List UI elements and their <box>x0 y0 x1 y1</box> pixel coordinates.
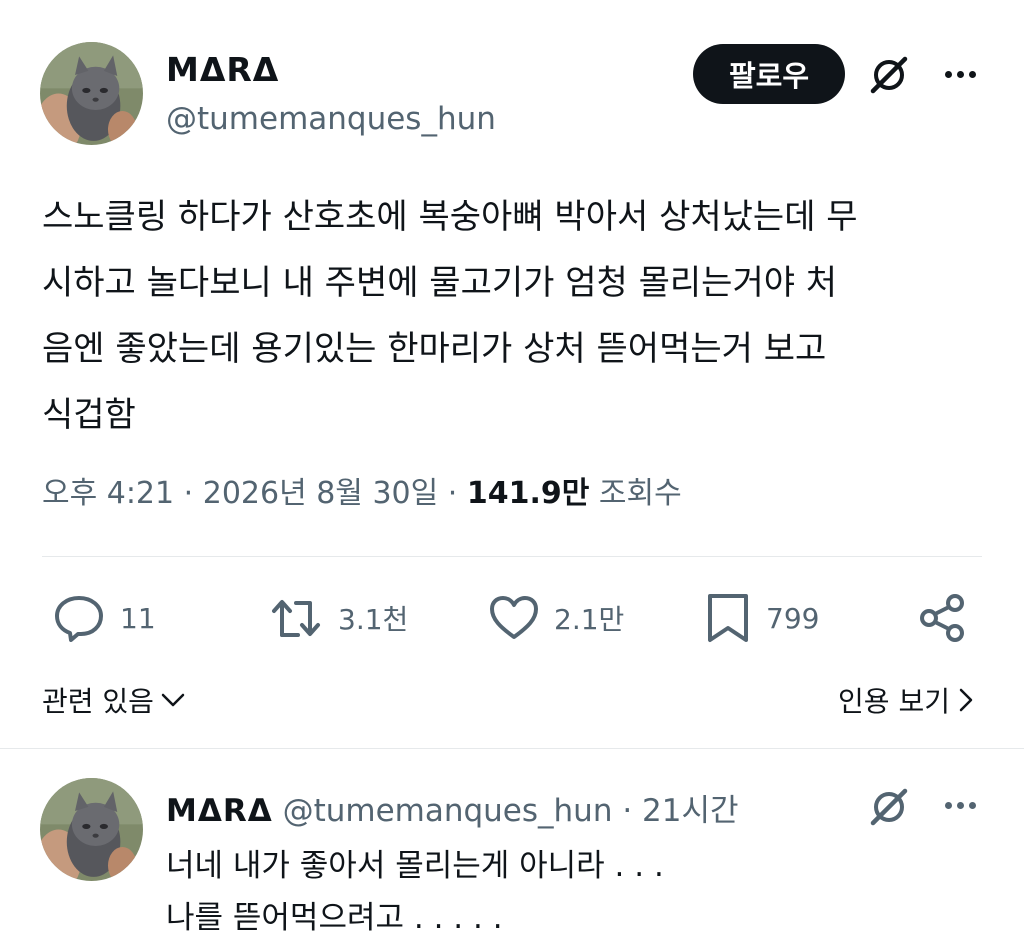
post-text-line: 음엔 좋았는데 용기있는 한마리가 상처 뜯어먹는거 보고 <box>42 329 827 369</box>
reply-text: 너네 내가 좋아서 몰리는게 아니라 . . . 나를 뜯어먹으려고 . . .… <box>166 840 664 944</box>
chevron-right-icon <box>959 688 973 712</box>
post-text: 스노클링 하다가 산호초에 복숭아뼈 박아서 상처났는데 무 시하고 놀다보니 … <box>42 184 972 448</box>
divider <box>42 556 982 557</box>
reply-count: 11 <box>120 601 156 635</box>
repost-count: 3.1천 <box>338 603 409 636</box>
views-label: 조회수 <box>598 476 682 511</box>
section-divider <box>0 748 1024 749</box>
share-icon <box>920 594 964 642</box>
reply-author-avatar[interactable] <box>40 778 143 881</box>
reply-separator: · <box>622 793 633 829</box>
post-date[interactable]: 2026년 8월 30일 <box>203 476 438 511</box>
reply-text-line: 너네 내가 좋아서 몰리는게 아니라 . . . <box>166 848 664 884</box>
like-button[interactable]: 2.1만 <box>488 588 624 648</box>
kitten-avatar-image <box>40 778 143 881</box>
reply-time[interactable]: 21시간 <box>642 793 739 829</box>
meta-separator: · <box>447 476 467 511</box>
reply-text-line: 나를 뜯어먹으려고 . . . . . <box>166 900 503 936</box>
follow-button[interactable]: 팔로우 <box>693 44 845 104</box>
author-name[interactable]: MΔRΔ <box>166 50 279 89</box>
more-dots-icon[interactable] <box>938 790 982 820</box>
post-text-line: 식겁함 <box>42 395 136 435</box>
related-dropdown[interactable]: 관련 있음 <box>42 680 186 720</box>
repost-icon <box>272 600 320 637</box>
like-icon <box>490 596 538 639</box>
post-text-line: 스노클링 하다가 산호초에 복숭아뼈 박아서 상처났는데 무 <box>42 197 858 237</box>
meta-separator: · <box>183 476 203 511</box>
reply-author-handle[interactable]: @tumemanques_hun <box>283 793 613 829</box>
repost-button[interactable]: 3.1천 <box>270 588 408 648</box>
share-button[interactable] <box>918 588 968 648</box>
reply-header: MΔRΔ @tumemanques_hun · 21시간 <box>166 785 739 830</box>
like-count: 2.1만 <box>554 603 625 636</box>
post-time[interactable]: 오후 4:21 <box>42 476 174 511</box>
related-label: 관련 있음 <box>42 685 154 718</box>
quotes-label: 인용 보기 <box>838 685 950 718</box>
bookmark-icon <box>708 594 748 642</box>
bookmark-count: 799 <box>766 601 820 635</box>
views-count: 141.9만 <box>466 476 590 511</box>
author-handle[interactable]: @tumemanques_hun <box>166 101 496 137</box>
chevron-down-icon <box>161 693 185 707</box>
bookmark-button[interactable]: 799 <box>704 588 819 648</box>
post-text-line: 시하고 놀다보니 내 주변에 물고기가 엄청 몰리는거야 처 <box>42 263 838 303</box>
grok-slash-icon[interactable] <box>864 50 914 100</box>
reply-button[interactable]: 11 <box>52 588 156 648</box>
view-quotes-link[interactable]: 인용 보기 <box>838 680 974 720</box>
reply-icon <box>55 596 103 642</box>
grok-slash-icon[interactable] <box>864 782 914 832</box>
post-meta: 오후 4:21 · 2026년 8월 30일 · 141.9만 조회수 <box>42 468 682 512</box>
author-avatar[interactable] <box>40 42 143 145</box>
reply-author-name[interactable]: MΔRΔ <box>166 793 273 829</box>
more-dots-icon[interactable] <box>938 59 982 89</box>
kitten-avatar-image <box>40 42 143 145</box>
